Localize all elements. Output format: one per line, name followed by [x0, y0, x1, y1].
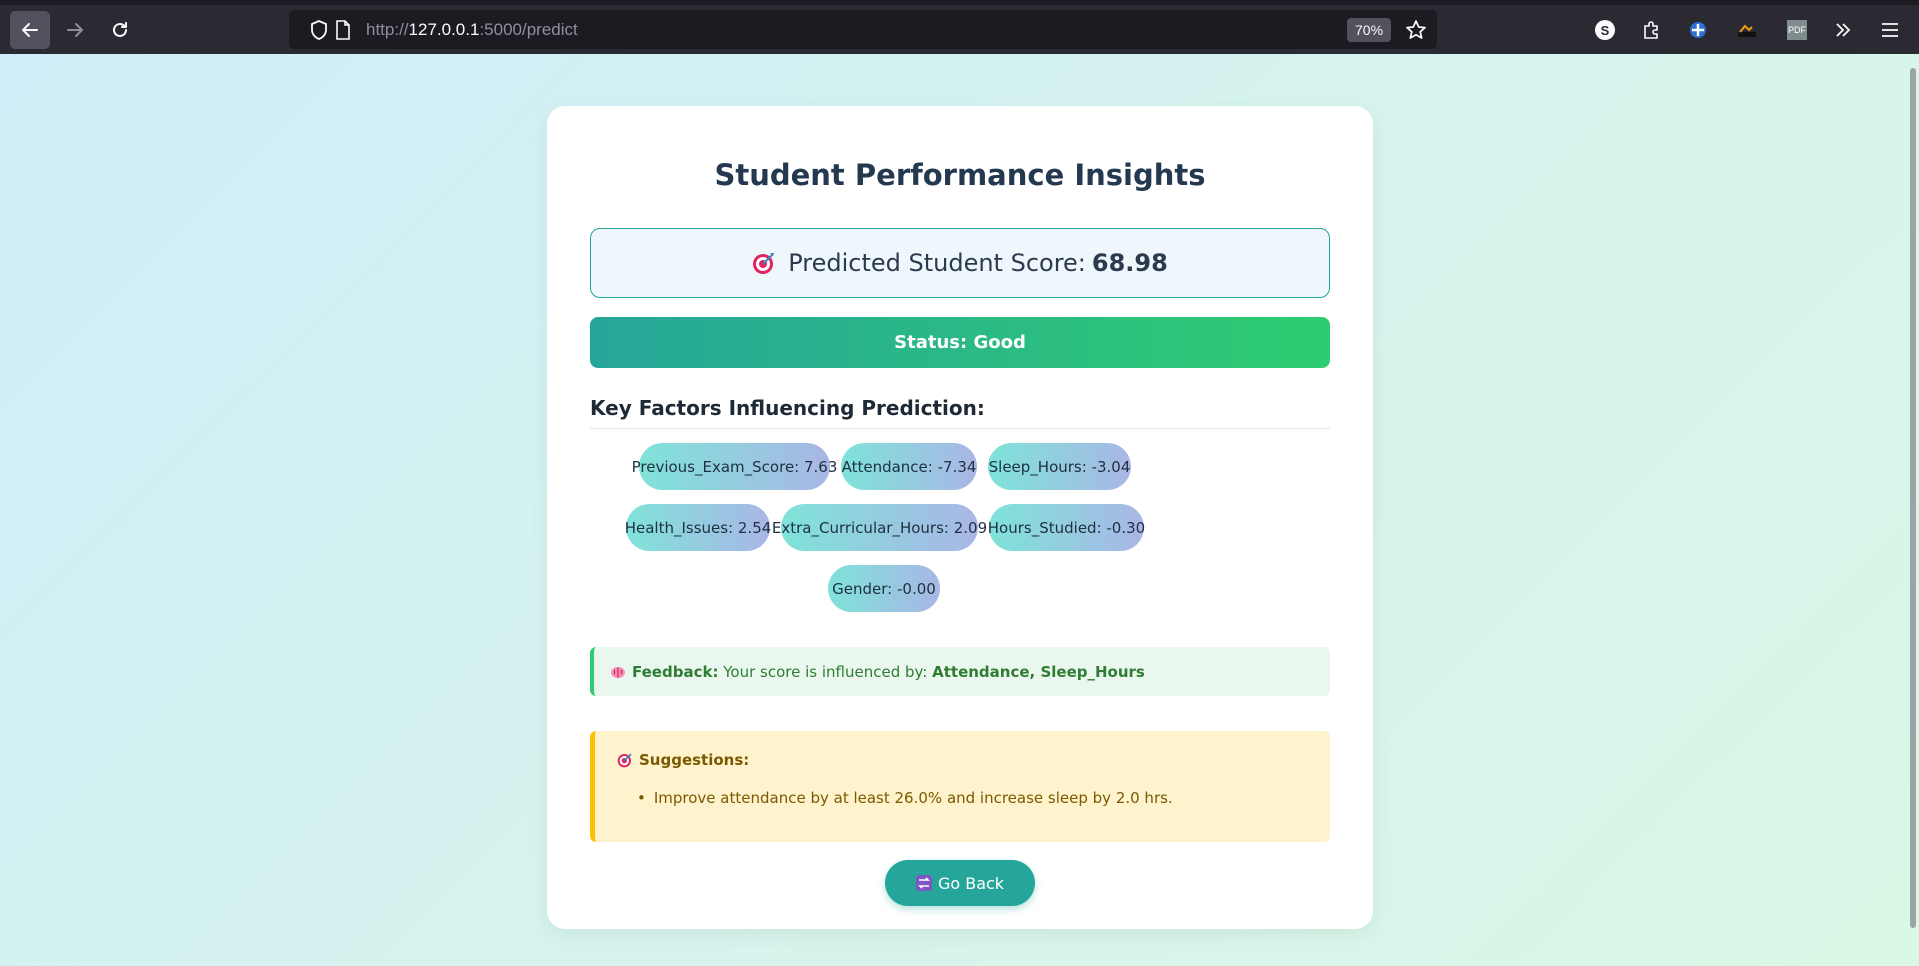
forward-button[interactable]: [55, 11, 95, 49]
page-scrollbar[interactable]: [1906, 54, 1919, 966]
forward-arrow-icon: [67, 23, 83, 37]
bookmark-star-icon[interactable]: [1405, 19, 1427, 41]
page-viewport: Student Performance Insights Predicted S…: [0, 54, 1919, 966]
feedback-text: Your score is influenced by:: [723, 662, 928, 681]
reload-icon: [113, 22, 127, 37]
suggestion-item: Improve attendance by at least 26.0% and…: [637, 789, 1173, 807]
shield-icon[interactable]: [308, 19, 330, 41]
factors-heading: Key Factors Influencing Prediction:: [590, 396, 1330, 429]
menu-hamburger-icon[interactable]: [1877, 17, 1903, 43]
pdf-extension-icon[interactable]: PDF: [1784, 17, 1810, 43]
page-title: Student Performance Insights: [714, 158, 1206, 192]
feedback-box: Feedback: Your score is influenced by: A…: [590, 647, 1330, 696]
back-button[interactable]: [10, 11, 50, 49]
url-text[interactable]: http://127.0.0.1:5000/predict: [366, 20, 578, 40]
go-back-label: Go Back: [937, 873, 1005, 893]
target-icon: [617, 753, 632, 768]
page-icon[interactable]: [332, 19, 354, 41]
url-host: 127.0.0.1: [408, 20, 480, 39]
feedback-label: Feedback:: [632, 662, 719, 681]
status-badge: Status: Good: [590, 317, 1330, 368]
go-back-button[interactable]: Go Back: [885, 860, 1035, 906]
zoom-level-badge[interactable]: 70%: [1347, 18, 1392, 42]
factor-pill-sleep-hours: Sleep_Hours: -3.04: [988, 443, 1131, 490]
target-icon: [753, 253, 775, 274]
factor-pill-previous-exam-score: Previous_Exam_Score: 7.63: [632, 443, 837, 490]
profile-initial: S: [1595, 20, 1615, 40]
factor-pill-extra-curricular-hours: Extra_Curricular_Hours: 2.09: [772, 504, 987, 551]
insights-card: Student Performance Insights Predicted S…: [547, 106, 1373, 929]
profile-account-icon[interactable]: S: [1592, 17, 1618, 43]
brain-icon: [611, 666, 625, 678]
suggestions-title: Suggestions:: [639, 751, 750, 769]
suggestions-heading: Suggestions:: [617, 751, 749, 769]
arrows-icon: [915, 875, 932, 891]
feedback-factors: Attendance, Sleep_Hours: [932, 662, 1145, 681]
scroll-thumb[interactable]: [1910, 68, 1916, 928]
pdf-label: PDF: [1787, 20, 1807, 40]
extension-theme-icon[interactable]: [1734, 17, 1760, 43]
score-label: Predicted Student Score:: [788, 249, 1086, 277]
suggestions-box: Suggestions: Improve attendance by at le…: [590, 731, 1330, 842]
predicted-score-box: Predicted Student Score: 68.98: [590, 228, 1330, 298]
factor-pill-health-issues: Health_Issues: 2.54: [625, 504, 771, 551]
back-arrow-icon: [22, 23, 38, 37]
suggestions-list: Improve attendance by at least 26.0% and…: [637, 789, 1173, 807]
factor-pill-hours-studied: Hours_Studied: -0.30: [988, 504, 1145, 551]
factor-pill-gender: Gender: -0.00: [828, 565, 940, 612]
overflow-chevrons-icon[interactable]: [1830, 17, 1856, 43]
reload-button[interactable]: [100, 11, 140, 49]
url-path: :5000/predict: [479, 20, 578, 39]
address-bar[interactable]: http://127.0.0.1:5000/predict 70%: [289, 10, 1437, 49]
url-scheme: http://: [366, 20, 409, 39]
extension-shield-icon[interactable]: [1685, 17, 1711, 43]
browser-toolbar: http://127.0.0.1:5000/predict 70% S PDF: [0, 0, 1919, 54]
score-value: 68.98: [1091, 249, 1168, 277]
extensions-puzzle-icon[interactable]: [1638, 17, 1664, 43]
factor-pill-attendance: Attendance: -7.34: [841, 443, 977, 490]
